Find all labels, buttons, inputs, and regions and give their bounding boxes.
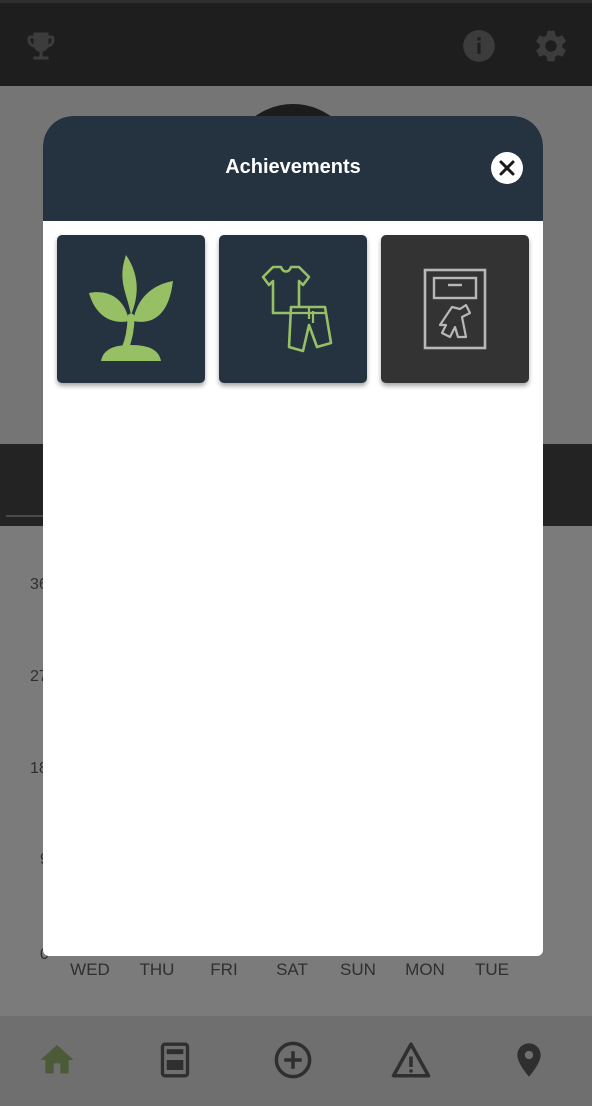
clothing-icon <box>261 265 333 353</box>
washing-machine-icon <box>423 268 487 350</box>
x-day-label: MON <box>405 960 445 979</box>
settings-icon[interactable] <box>532 27 570 65</box>
close-button[interactable] <box>491 152 523 184</box>
x-day-label: FRI <box>210 960 238 979</box>
x-day-label: SAT <box>276 960 308 979</box>
x-day-label: TUE <box>475 960 509 979</box>
x-day-label: SUN <box>340 960 376 979</box>
achievement-badge[interactable] <box>57 235 205 383</box>
achievement-badge[interactable] <box>219 235 367 383</box>
app-screen: 36 27 18 9 0 WED THU FRI SAT SUN MON TUE… <box>0 0 592 1106</box>
x-day-label: THU <box>139 960 175 979</box>
x-day-label: WED <box>70 960 110 979</box>
add-circle-icon[interactable] <box>271 1038 315 1082</box>
home-icon[interactable] <box>35 1038 79 1082</box>
location-pin-icon[interactable] <box>507 1038 551 1082</box>
achievements-modal: Achievements <box>43 116 543 956</box>
plant-sprout-icon <box>89 255 173 361</box>
top-bar <box>0 0 592 86</box>
close-icon <box>499 160 515 176</box>
warning-icon[interactable] <box>389 1038 433 1082</box>
trophy-icon[interactable] <box>22 27 60 65</box>
modal-header: Achievements <box>43 116 543 221</box>
achievement-badge[interactable] <box>381 235 529 383</box>
info-icon[interactable] <box>460 27 498 65</box>
calendar-icon[interactable] <box>153 1038 197 1082</box>
modal-title: Achievements <box>225 156 361 178</box>
